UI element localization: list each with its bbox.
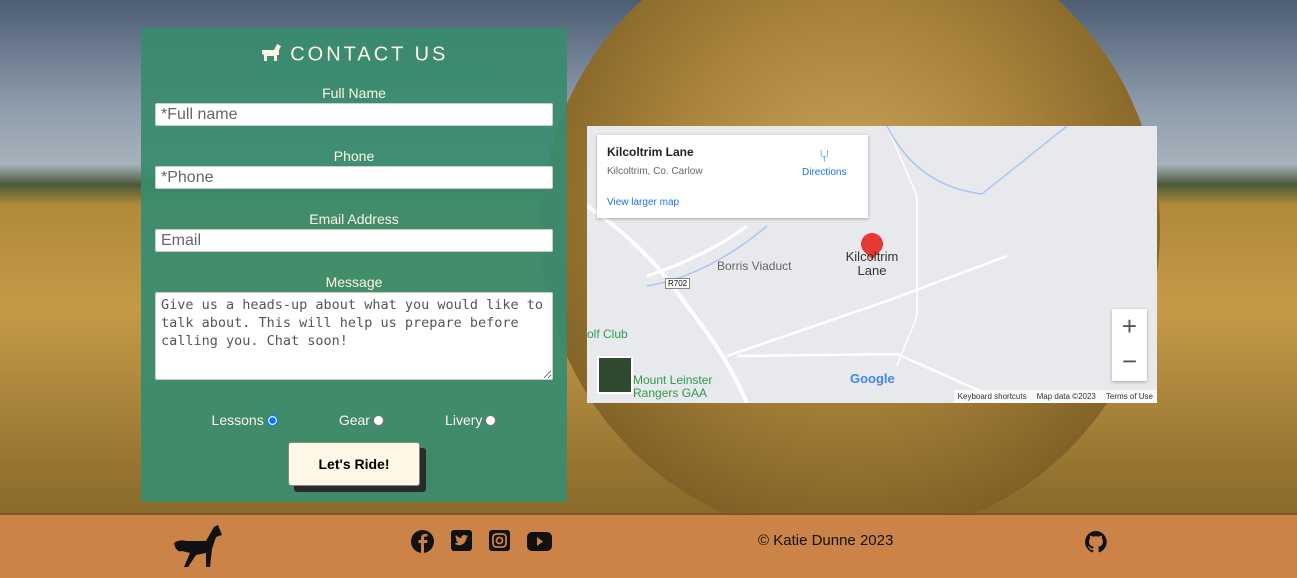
copyright-text: © Katie Dunne 2023 [758, 532, 894, 549]
viaduct-label[interactable]: Borris Viaduct [717, 259, 791, 273]
view-larger-map-link[interactable]: View larger map [607, 197, 679, 208]
gear-radio[interactable] [372, 414, 384, 426]
keyboard-shortcuts-link[interactable]: Keyboard shortcuts [958, 392, 1027, 401]
road-label: R702 [665, 278, 691, 289]
facebook-icon[interactable] [411, 530, 434, 558]
email-input[interactable] [155, 229, 553, 252]
marker-label: Kilcoltrim Lane [845, 249, 899, 278]
terms-link[interactable]: Terms of Use [1106, 392, 1153, 401]
twitter-icon[interactable] [451, 530, 472, 556]
google-logo: Google [850, 371, 895, 386]
option-gear[interactable]: Gear [339, 412, 384, 428]
message-textarea[interactable] [155, 292, 553, 380]
contact-form: CONTACT US Full Name Phone Email Address… [141, 28, 567, 502]
option-lessons[interactable]: Lessons [212, 412, 278, 428]
phone-input[interactable] [155, 166, 553, 189]
map-attribution: Keyboard shortcuts Map data ©2023 Terms of… [953, 390, 1157, 403]
horse-logo-icon [172, 523, 224, 574]
place-name: Kilcoltrim Lane [607, 145, 694, 159]
livery-radio[interactable] [485, 414, 497, 426]
directions-button[interactable]: ⑂ Directions [802, 146, 846, 178]
form-title: CONTACT US [141, 42, 567, 68]
email-label: Email Address [309, 211, 399, 227]
github-icon[interactable] [1084, 530, 1108, 559]
full-name-label: Full Name [322, 85, 386, 101]
footer: © Katie Dunne 2023 [0, 513, 1297, 578]
youtube-icon[interactable] [527, 532, 552, 556]
horse-icon [260, 44, 282, 67]
submit-button[interactable]: Let's Ride! [288, 442, 420, 486]
zoom-in-button[interactable]: + [1112, 309, 1147, 344]
full-name-input[interactable] [155, 103, 553, 126]
zoom-controls: + − [1112, 309, 1147, 381]
gaa-label[interactable]: Mount Leinster Rangers GAA [633, 374, 712, 400]
place-address: Kilcoltrim, Co. Carlow [607, 166, 703, 177]
zoom-out-button[interactable]: − [1112, 344, 1147, 379]
golf-label[interactable]: olf Club [587, 327, 628, 341]
phone-label: Phone [333, 148, 375, 164]
lessons-radio[interactable] [266, 414, 278, 426]
service-options: Lessons Gear Livery [141, 412, 567, 428]
place-card: Kilcoltrim Lane Kilcoltrim, Co. Carlow V… [597, 135, 868, 218]
message-label: Message [325, 274, 383, 290]
embedded-map[interactable]: Kilcoltrim Lane Kilcoltrim, Co. Carlow V… [587, 126, 1157, 403]
directions-icon: ⑂ [818, 146, 830, 166]
instagram-icon[interactable] [489, 530, 510, 556]
satellite-toggle[interactable] [597, 356, 633, 394]
option-livery[interactable]: Livery [445, 412, 497, 428]
